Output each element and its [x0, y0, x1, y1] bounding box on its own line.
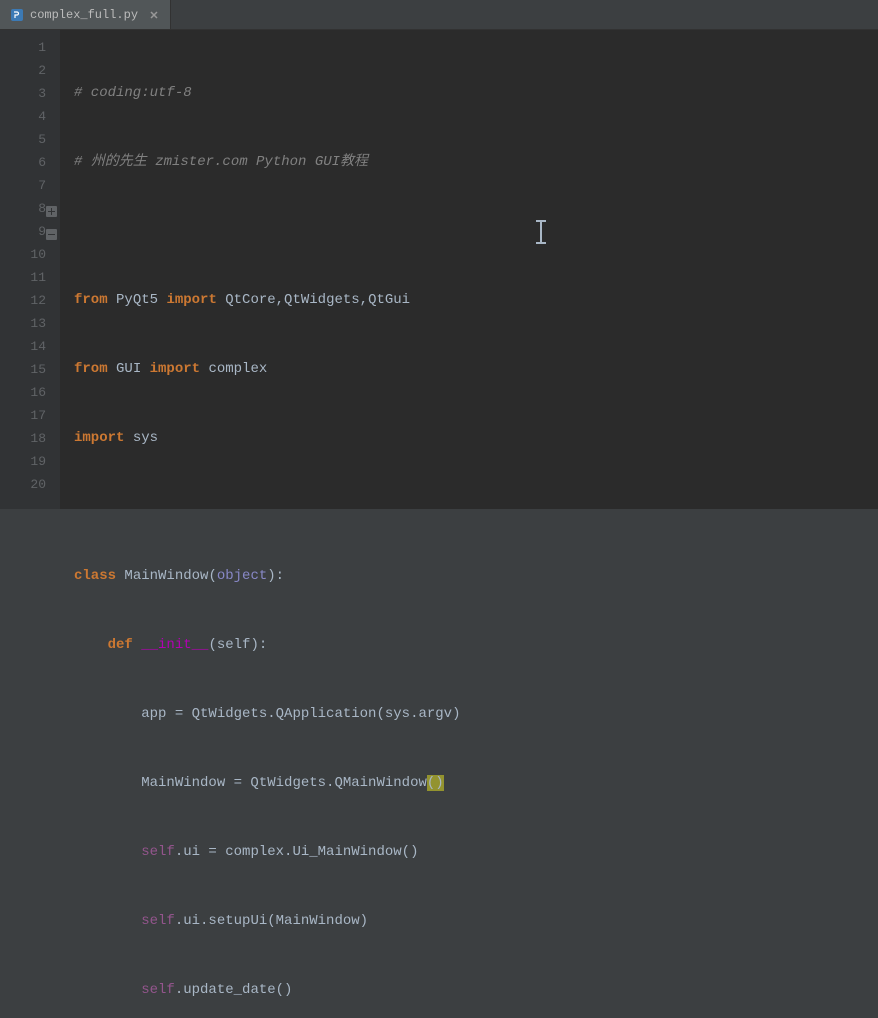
line-number: 18: [30, 431, 46, 446]
line-number: 4: [38, 109, 46, 124]
code-editor[interactable]: # coding:utf-8 # 州的先生 zmister.com Python…: [60, 30, 878, 509]
code-line: self.update_date(): [74, 979, 878, 1002]
code-line: def __init__(self):: [74, 634, 878, 657]
editor-area: 1 2 3 4 5 6 7 8 9 10 11 12 13 14 15 16 1…: [0, 30, 878, 509]
fold-icon[interactable]: [46, 225, 57, 236]
tab-bar: complex_full.py: [0, 0, 878, 30]
line-number: 12: [30, 293, 46, 308]
code-line: self.ui.setupUi(MainWindow): [74, 910, 878, 933]
line-number: 17: [30, 408, 46, 423]
line-number: 7: [38, 178, 46, 193]
line-number: 20: [30, 477, 46, 492]
code-line: app = QtWidgets.QApplication(sys.argv): [74, 703, 878, 726]
code-line: [74, 220, 878, 243]
line-number: 5: [38, 132, 46, 147]
code-line: self.ui = complex.Ui_MainWindow(): [74, 841, 878, 864]
code-line: import sys: [74, 427, 878, 450]
code-line: # 州的先生 zmister.com Python GUI教程: [74, 151, 878, 174]
line-number: 8: [38, 201, 46, 216]
tab-filename: complex_full.py: [30, 8, 138, 22]
mouse-text-cursor-icon: [540, 222, 542, 242]
line-number: 9: [38, 224, 46, 239]
line-number: 19: [30, 454, 46, 469]
python-file-icon: [10, 8, 24, 22]
line-number-gutter[interactable]: 1 2 3 4 5 6 7 8 9 10 11 12 13 14 15 16 1…: [0, 30, 60, 509]
line-number: 6: [38, 155, 46, 170]
close-icon[interactable]: [148, 9, 160, 21]
code-line: from PyQt5 import QtCore,QtWidgets,QtGui: [74, 289, 878, 312]
line-number: 3: [38, 86, 46, 101]
code-line: # coding:utf-8: [74, 82, 878, 105]
file-tab[interactable]: complex_full.py: [0, 0, 171, 29]
code-line: class MainWindow(object):: [74, 565, 878, 588]
line-number: 2: [38, 63, 46, 78]
fold-icon[interactable]: [46, 202, 57, 213]
line-number: 11: [30, 270, 46, 285]
code-line: MainWindow = QtWidgets.QMainWindow(): [74, 772, 878, 795]
line-number: 10: [30, 247, 46, 262]
line-number: 15: [30, 362, 46, 377]
line-number: 16: [30, 385, 46, 400]
line-number: 14: [30, 339, 46, 354]
code-line: from GUI import complex: [74, 358, 878, 381]
line-number: 1: [38, 40, 46, 55]
line-number: 13: [30, 316, 46, 331]
code-line: [74, 496, 878, 519]
